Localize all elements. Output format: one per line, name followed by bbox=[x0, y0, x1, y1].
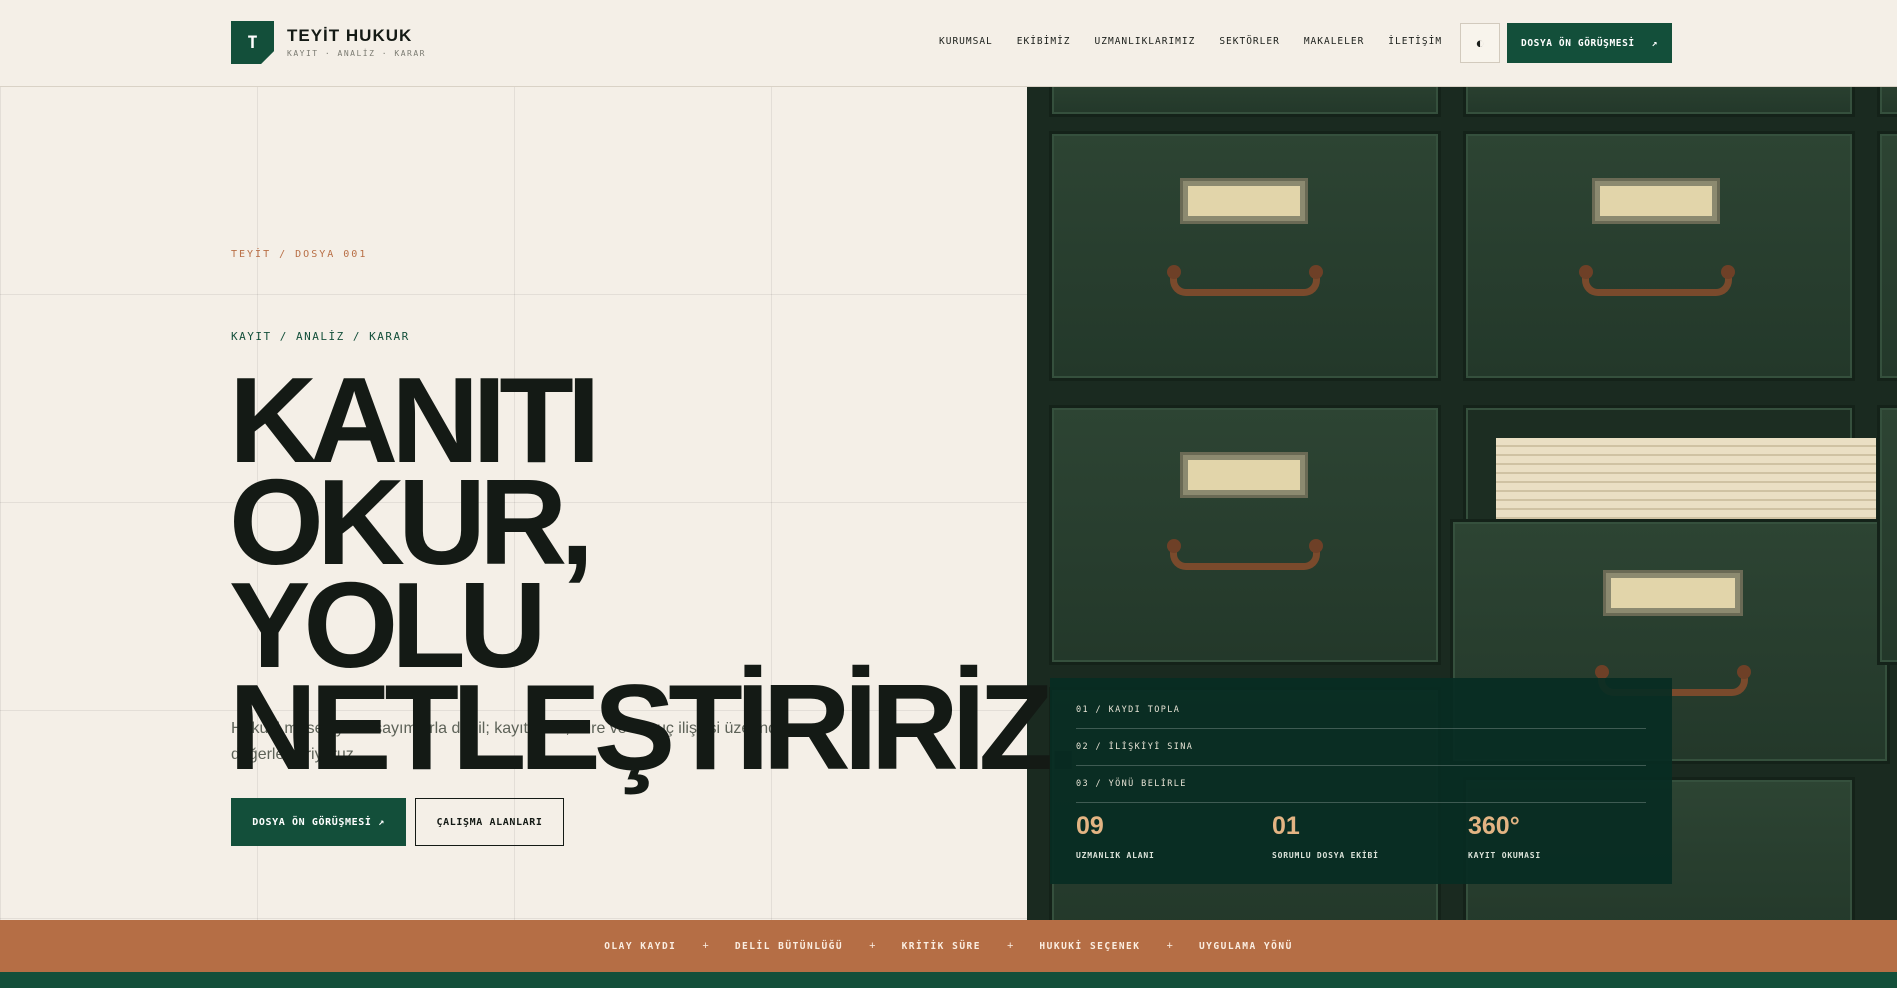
nav-item-uzmanliklarimiz[interactable]: UZMANLIKLARIMIZ bbox=[1095, 36, 1196, 47]
hero-section: TEYİT / DOSYA 001 KAYIT / ANALİZ / KARAR… bbox=[0, 87, 1080, 920]
stat-value: 01 bbox=[1272, 812, 1300, 840]
half-circle-icon: ◐ bbox=[1475, 34, 1485, 52]
drawer-handle bbox=[1167, 265, 1323, 296]
site-header: T TEYİT HUKUK KAYIT · ANALİZ · KARAR KUR… bbox=[0, 0, 1897, 87]
ticker-item: UYGULAMA YÖNÜ bbox=[1198, 940, 1293, 952]
drawer-label bbox=[1180, 178, 1308, 224]
ticker-separator: + bbox=[1006, 940, 1014, 952]
nav-item-makaleler[interactable]: MAKALELER bbox=[1304, 36, 1364, 47]
ticker-separator: + bbox=[869, 940, 876, 952]
consultation-button[interactable]: DOSYA ÖN GÖRÜŞMESİ ↗ bbox=[231, 798, 406, 846]
cabinet-drawer bbox=[1877, 131, 1897, 381]
header-cta-button[interactable]: DOSYA ÖN GÖRÜŞMESİ ↗ bbox=[1507, 23, 1672, 63]
stat-value: 360° bbox=[1468, 812, 1520, 840]
drawer-label bbox=[1180, 452, 1308, 498]
ticker-item: DELİL BÜTÜNLÜĞÜ bbox=[734, 940, 844, 952]
nav-item-ekibimiz[interactable]: EKİBİMİZ bbox=[1017, 36, 1071, 47]
stat-value: 09 bbox=[1076, 812, 1104, 840]
hero-kicker: TEYİT / DOSYA 001 bbox=[231, 249, 368, 260]
stat-item: 01 SORUMLU DOSYA EKİBİ bbox=[1272, 812, 1468, 861]
nav-item-kurumsal[interactable]: KURUMSAL bbox=[939, 36, 993, 47]
process-step: 02 / İLİŞKİYİ SINA bbox=[1076, 729, 1646, 766]
process-panel: 01 / KAYDI TOPLA 02 / İLİŞKİYİ SINA 03 /… bbox=[1050, 678, 1672, 884]
stat-item: 09 UZMANLIK ALANI bbox=[1076, 812, 1272, 861]
process-step: 01 / KAYDI TOPLA bbox=[1076, 692, 1646, 729]
theme-toggle-button[interactable]: ◐ bbox=[1460, 23, 1500, 63]
cabinet-drawer bbox=[1463, 87, 1855, 117]
bottom-band bbox=[0, 972, 1897, 988]
stats-row: 09 UZMANLIK ALANI 01 SORUMLU DOSYA EKİBİ… bbox=[1076, 812, 1676, 861]
process-steps: 01 / KAYDI TOPLA 02 / İLİŞKİYİ SINA 03 /… bbox=[1076, 692, 1646, 803]
drawer-label bbox=[1603, 570, 1743, 616]
drawer-label bbox=[1592, 178, 1720, 224]
hero-subkicker: KAYIT / ANALİZ / KARAR bbox=[231, 330, 410, 343]
drawer-handle bbox=[1167, 539, 1323, 570]
nav-item-iletisim[interactable]: İLETİŞİM bbox=[1388, 36, 1442, 47]
header-cta-label: DOSYA ÖN GÖRÜŞMESİ bbox=[1521, 37, 1635, 49]
logo-tagline: KAYIT · ANALİZ · KARAR bbox=[287, 49, 426, 58]
drawer-handle bbox=[1579, 265, 1735, 296]
logo-mark[interactable]: T bbox=[231, 21, 274, 64]
nav-item-sektorler[interactable]: SEKTÖRLER bbox=[1219, 36, 1279, 47]
ticker-separator: + bbox=[1166, 940, 1173, 952]
arrow-up-right-icon: ↗ bbox=[1651, 37, 1658, 49]
main-nav: KURUMSAL EKİBİMİZ UZMANLIKLARIMIZ SEKTÖR… bbox=[939, 36, 1466, 47]
ticker-item: KRİTİK SÜRE bbox=[901, 940, 981, 952]
hero-headline: KANITI OKUR, YOLU NETLEŞTİRİRİZ. bbox=[229, 359, 1080, 796]
process-step: 03 / YÖNÜ BELİRLE bbox=[1076, 766, 1646, 803]
cabinet-drawer bbox=[1049, 405, 1441, 665]
stat-label: SORUMLU DOSYA EKİBİ bbox=[1272, 851, 1379, 860]
stat-item: 360° KAYIT OKUMASI bbox=[1468, 812, 1664, 861]
headline-line-4: NETLEŞTİRİRİZ. bbox=[229, 659, 1080, 796]
practice-areas-button[interactable]: ÇALIŞMA ALANLARI bbox=[415, 798, 564, 846]
stat-label: KAYIT OKUMASI bbox=[1468, 851, 1542, 860]
logo-title[interactable]: TEYİT HUKUK bbox=[287, 26, 412, 46]
cabinet-drawer bbox=[1049, 131, 1441, 381]
cabinet-drawer bbox=[1877, 405, 1897, 665]
topics-ticker: OLAY KAYDI + DELİL BÜTÜNLÜĞÜ + KRİTİK SÜ… bbox=[0, 920, 1897, 972]
ticker-separator: + bbox=[702, 940, 709, 952]
cabinet-drawer bbox=[1463, 131, 1855, 381]
ticker-item: HUKUKİ SEÇENEK bbox=[1039, 940, 1141, 952]
cabinet-drawer bbox=[1049, 87, 1441, 117]
cabinet-drawer bbox=[1877, 87, 1897, 117]
stat-label: UZMANLIK ALANI bbox=[1076, 851, 1155, 860]
ticker-item: OLAY KAYDI bbox=[604, 940, 677, 952]
